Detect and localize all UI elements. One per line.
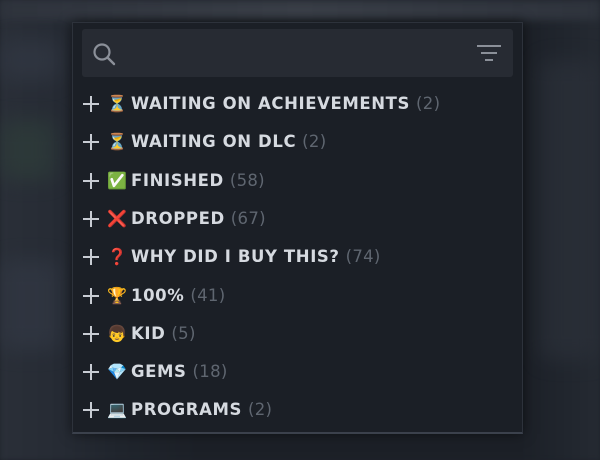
collection-count: (18) bbox=[192, 362, 228, 382]
collection-name: 100% bbox=[131, 285, 185, 305]
gem-icon: 💎 bbox=[107, 362, 127, 382]
collection-count: (58) bbox=[229, 170, 265, 190]
blurred-top-strip bbox=[0, 0, 600, 20]
collection-count: (67) bbox=[230, 208, 266, 228]
expand-plus-icon[interactable] bbox=[83, 287, 99, 304]
collection-name: WAITING ON ACHIEVEMENTS bbox=[131, 94, 411, 113]
collection-name: DROPPED bbox=[131, 208, 225, 228]
collection-label: GEMS (18) bbox=[131, 362, 228, 382]
collection-count: (2) bbox=[247, 400, 273, 420]
collection-name: WAITING ON DLC bbox=[131, 132, 297, 152]
collection-row[interactable]: ❓ WHY DID I BUY THIS? (74) bbox=[73, 242, 522, 272]
collection-count: (41) bbox=[190, 285, 226, 305]
expand-plus-icon[interactable] bbox=[83, 96, 99, 112]
check-box-icon: ✅ bbox=[107, 170, 127, 190]
filter-lines-icon[interactable] bbox=[476, 43, 502, 63]
collection-count: (2) bbox=[416, 94, 441, 113]
kid-face-icon: 👦 bbox=[107, 323, 127, 343]
collection-row[interactable]: 💎 GEMS (18) bbox=[73, 357, 522, 387]
collection-row[interactable]: 💻 PROGRAMS (2) bbox=[73, 395, 522, 425]
blurred-background-shape bbox=[0, 260, 60, 350]
collection-row[interactable]: 👦 KID (5) bbox=[73, 319, 522, 349]
collection-label: WHY DID I BUY THIS? (74) bbox=[131, 247, 381, 267]
expand-plus-icon[interactable] bbox=[83, 249, 99, 266]
blurred-background-shape bbox=[0, 120, 55, 180]
collection-label: FINISHED (58) bbox=[131, 171, 265, 191]
collection-label: 100% (41) bbox=[131, 286, 225, 306]
collection-row[interactable]: ✅ FINISHED (58) bbox=[73, 166, 522, 196]
collection-name: WHY DID I BUY THIS? bbox=[131, 247, 340, 267]
collection-name: KID bbox=[131, 323, 166, 343]
collection-name: PROGRAMS bbox=[131, 400, 242, 420]
question-mark-icon: ❓ bbox=[107, 247, 127, 267]
cross-mark-icon: ❌ bbox=[107, 208, 127, 228]
expand-plus-icon[interactable] bbox=[83, 134, 99, 151]
search-icon[interactable] bbox=[91, 41, 117, 67]
collection-label: DROPPED (67) bbox=[131, 209, 266, 229]
collection-name: FINISHED bbox=[131, 170, 224, 190]
collection-count: (2) bbox=[302, 132, 327, 152]
collection-row[interactable]: ⏳ WAITING ON DLC (2) bbox=[73, 127, 522, 157]
blurred-background-shape bbox=[0, 40, 60, 80]
search-bar[interactable] bbox=[82, 29, 513, 77]
collection-row[interactable]: ❌ DROPPED (67) bbox=[73, 204, 522, 234]
trophy-icon: 🏆 bbox=[107, 285, 127, 305]
expand-plus-icon[interactable] bbox=[83, 325, 99, 342]
collection-label: WAITING ON ACHIEVEMENTS (2) bbox=[131, 94, 440, 114]
hourglass-icon: ⏳ bbox=[107, 132, 127, 152]
blurred-background-shape bbox=[540, 60, 600, 360]
collection-label: WAITING ON DLC (2) bbox=[131, 132, 326, 152]
expand-plus-icon[interactable] bbox=[83, 210, 99, 227]
collections-panel: ⏳ WAITING ON ACHIEVEMENTS (2) ⏳ WAITING ON D… bbox=[72, 22, 523, 434]
collection-row[interactable]: 🏆 100% (41) bbox=[73, 281, 522, 311]
expand-plus-icon[interactable] bbox=[83, 402, 99, 419]
expand-plus-icon[interactable] bbox=[83, 364, 99, 381]
collection-count: (5) bbox=[171, 323, 196, 343]
collection-row[interactable]: ⏳ WAITING ON ACHIEVEMENTS (2) bbox=[73, 89, 522, 119]
hourglass-icon: ⏳ bbox=[107, 94, 127, 113]
expand-plus-icon[interactable] bbox=[83, 172, 99, 189]
laptop-icon: 💻 bbox=[107, 400, 127, 420]
collection-count: (74) bbox=[345, 247, 381, 267]
collection-name: GEMS bbox=[131, 362, 187, 382]
collection-label: PROGRAMS (2) bbox=[131, 400, 272, 420]
collection-label: KID (5) bbox=[131, 324, 196, 344]
